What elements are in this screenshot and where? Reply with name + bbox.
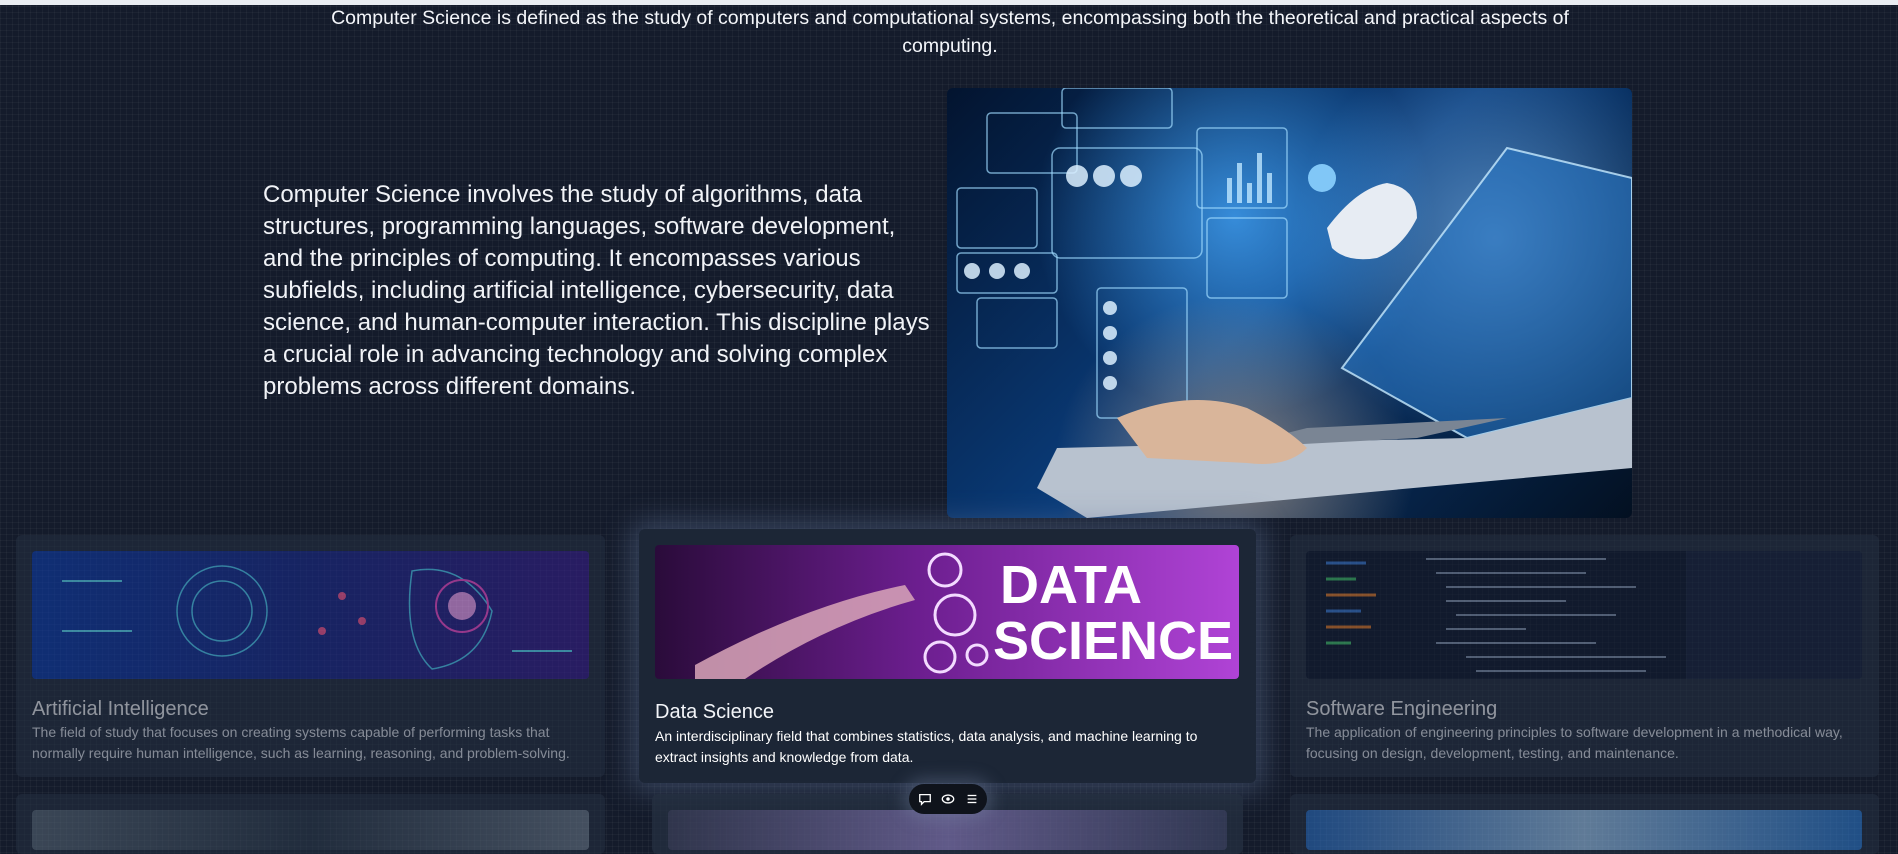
card-row2-3[interactable] <box>1290 794 1879 854</box>
card-description: An interdisciplinary field that combines… <box>655 728 1198 765</box>
card-image <box>668 810 1227 850</box>
card-software-engineering[interactable]: Software Engineering The application of … <box>1290 535 1879 777</box>
floating-toolbar <box>909 784 987 814</box>
card-image-software-engineering <box>1306 551 1862 679</box>
ai-illustration <box>32 551 589 679</box>
card-title: Data Science <box>655 701 774 723</box>
data-science-illustration: DATA SCIENCE <box>655 545 1239 679</box>
lead-paragraph: Computer Science involves the study of a… <box>263 181 930 400</box>
hero-image <box>947 88 1632 518</box>
card-title: Artificial Intelligence <box>32 698 209 720</box>
card-row2-1[interactable] <box>16 794 605 854</box>
list-icon[interactable] <box>964 791 980 807</box>
card-description: The field of study that focuses on creat… <box>32 724 570 761</box>
card-image-ai <box>32 551 589 679</box>
code-illustration <box>1306 551 1862 679</box>
card-image <box>32 810 589 850</box>
card-data-science[interactable]: DATA SCIENCE Data Science An interdiscip… <box>639 529 1256 783</box>
comment-icon[interactable] <box>917 791 933 807</box>
card-image <box>1306 810 1862 850</box>
card-image-data-science: DATA SCIENCE <box>655 545 1239 679</box>
hero-illustration <box>956 88 1632 518</box>
card-title: Software Engineering <box>1306 698 1498 720</box>
data-science-image-text-2: SCIENCE <box>993 611 1233 671</box>
view-icon[interactable] <box>940 791 956 807</box>
card-artificial-intelligence[interactable]: Artificial Intelligence The field of stu… <box>16 535 605 777</box>
intro-text: Computer Science is defined as the study… <box>331 7 1569 57</box>
data-science-image-text-1: DATA <box>1000 555 1142 615</box>
card-description: The application of engineering principle… <box>1306 724 1843 761</box>
